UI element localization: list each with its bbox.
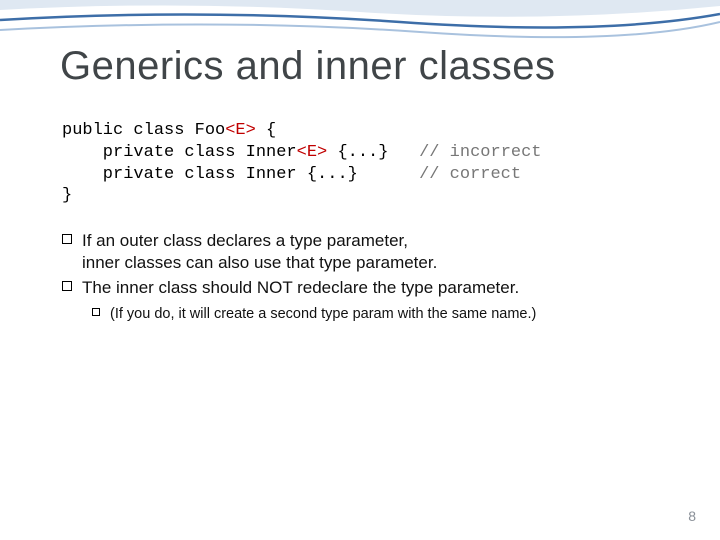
page-title: Generics and inner classes [60,44,555,89]
code-line-2: private class Inner<E> {...} // incorrec… [62,143,542,162]
bullet-1: If an outer class declares a type parame… [62,230,670,275]
bullet-2-text: The inner class should NOT redeclare the… [82,278,519,297]
code-line-3: private class Inner {...} // correct [62,165,521,184]
bullet-1-line-1: If an outer class declares a type parame… [82,231,408,250]
code-line-4: } [62,186,72,205]
sub-bullet-1: (If you do, it will create a second type… [92,305,670,325]
sub-bullet-1-text: (If you do, it will create a second type… [110,306,536,322]
square-bullet-icon [62,234,72,244]
square-bullet-icon [62,281,72,291]
bullet-1-line-2: inner classes can also use that type par… [82,253,437,272]
square-bullet-icon [92,308,100,316]
code-example: public class Foo<E> { private class Inne… [62,120,542,207]
page-number: 8 [688,508,696,524]
code-line-1: public class Foo<E> { [62,121,276,140]
bullet-2: The inner class should NOT redeclare the… [62,277,670,299]
bullet-list: If an outer class declares a type parame… [62,230,670,325]
